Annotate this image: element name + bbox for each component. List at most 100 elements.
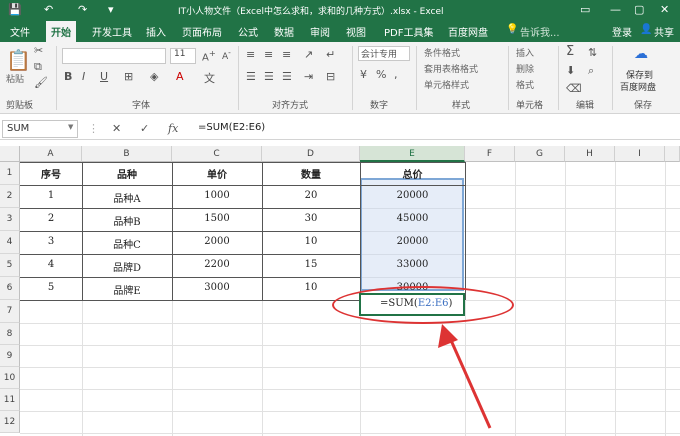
row-header-6[interactable]: 6 (0, 277, 20, 300)
header-cell-variety[interactable]: 品种 (82, 166, 172, 181)
share-button[interactable]: 共享 (654, 24, 674, 39)
orientation-icon[interactable]: ↗ (304, 48, 313, 61)
col-header-i[interactable]: I (615, 146, 665, 162)
delete-cells-button[interactable]: 删除 (516, 62, 534, 75)
bold-icon[interactable]: B (64, 70, 72, 83)
close-icon[interactable]: ✕ (660, 3, 669, 16)
table-cell[interactable]: 30 (262, 213, 360, 224)
align-right-icon[interactable]: ☰ (282, 70, 292, 83)
table-cell[interactable]: 45000 (360, 213, 465, 224)
row-header-4[interactable]: 4 (0, 231, 20, 254)
select-all-corner[interactable] (0, 146, 20, 162)
wrap-text-icon[interactable]: ↵ (326, 48, 335, 61)
row-header-9[interactable]: 9 (0, 345, 20, 367)
baidu-cloud-icon[interactable]: ☁ (634, 46, 648, 62)
autosum-icon[interactable]: Σ (566, 44, 574, 59)
tab-data[interactable]: 数据 (274, 24, 294, 39)
col-header-b[interactable]: B (82, 146, 172, 162)
worksheet-grid[interactable]: A B C D E F G H I 1 2 3 4 5 6 7 8 9 10 1… (0, 146, 680, 436)
confirm-icon[interactable]: ✓ (140, 122, 149, 135)
formula-input[interactable]: =SUM(E2:E6) (198, 122, 265, 133)
cut-icon[interactable]: ✂ (34, 44, 43, 57)
percent-icon[interactable]: % (376, 68, 386, 81)
format-painter-icon[interactable]: 🖌 (34, 76, 48, 89)
tab-home[interactable]: 开始 (46, 21, 76, 42)
table-cell[interactable]: 1500 (172, 213, 262, 224)
tab-pdf-tools[interactable]: PDF工具集 (384, 24, 433, 39)
table-cell[interactable]: 33000 (360, 259, 465, 270)
tell-me-search[interactable]: 告诉我... (520, 24, 560, 39)
paste-icon[interactable]: 📋 (6, 48, 31, 72)
table-cell[interactable]: 品种C (82, 236, 172, 251)
save-to-line2[interactable]: 百度网盘 (620, 80, 656, 93)
table-cell[interactable]: 品种B (82, 213, 172, 228)
border-icon[interactable]: ⊞ (124, 70, 133, 83)
tab-review[interactable]: 审阅 (310, 24, 330, 39)
cell-styles-button[interactable]: 单元格样式 (424, 78, 469, 91)
cancel-icon[interactable]: ✕ (112, 122, 121, 135)
conditional-format-button[interactable]: 条件格式 (424, 46, 460, 59)
align-bottom-icon[interactable]: ≡ (282, 48, 291, 61)
align-center-icon[interactable]: ☰ (264, 70, 274, 83)
chevron-down-icon[interactable]: ▼ (68, 123, 73, 131)
align-left-icon[interactable]: ☰ (246, 70, 256, 83)
customize-icon[interactable]: ▾ (108, 3, 114, 16)
row-header-7[interactable]: 7 (0, 300, 20, 323)
copy-icon[interactable]: ⧉ (34, 60, 42, 74)
tab-formulas[interactable]: 公式 (238, 24, 258, 39)
format-as-table-button[interactable]: 套用表格格式 (424, 62, 478, 75)
redo-icon[interactable]: ↷ (78, 3, 87, 16)
ribbon-options-icon[interactable]: ▭ (580, 3, 590, 16)
row-header-5[interactable]: 5 (0, 254, 20, 277)
tab-baidu-netdisk[interactable]: 百度网盘 (448, 24, 488, 39)
table-cell[interactable]: 2 (20, 213, 82, 224)
table-cell[interactable]: 20 (262, 190, 360, 201)
font-color-icon[interactable]: A (176, 70, 184, 83)
tab-page-layout[interactable]: 页面布局 (182, 24, 222, 39)
table-cell[interactable]: 2000 (172, 236, 262, 247)
table-cell[interactable]: 1000 (172, 190, 262, 201)
sort-filter-icon[interactable]: ⇅ (588, 46, 597, 59)
indent-icon[interactable]: ⇥ (304, 70, 313, 83)
col-header-j[interactable] (665, 146, 680, 162)
row-header-8[interactable]: 8 (0, 323, 20, 345)
col-header-g[interactable]: G (515, 146, 565, 162)
row-header-11[interactable]: 11 (0, 389, 20, 411)
merge-icon[interactable]: ⊟ (326, 70, 335, 83)
align-top-icon[interactable]: ≡ (246, 48, 255, 61)
phonetic-icon[interactable]: 文 (204, 70, 215, 86)
col-header-c[interactable]: C (172, 146, 262, 162)
find-icon[interactable]: ⌕ (588, 64, 594, 78)
undo-icon[interactable]: ↶ (44, 3, 53, 16)
row-header-3[interactable]: 3 (0, 208, 20, 231)
table-cell[interactable]: 10 (262, 282, 360, 293)
col-header-h[interactable]: H (565, 146, 615, 162)
table-cell[interactable]: 品牌E (82, 282, 172, 297)
tab-developer[interactable]: 开发工具 (92, 24, 132, 39)
tab-view[interactable]: 视图 (346, 24, 366, 39)
table-cell[interactable]: 品种A (82, 190, 172, 205)
fill-color-icon[interactable]: ◈ (150, 70, 158, 83)
clear-icon[interactable]: ⌫ (566, 82, 582, 95)
header-cell-quantity[interactable]: 数量 (262, 166, 360, 181)
table-cell[interactable]: 1 (20, 190, 82, 201)
paste-button[interactable]: 粘贴 (6, 72, 24, 85)
shrink-font-icon[interactable]: A- (222, 48, 231, 62)
minimize-icon[interactable]: — (610, 3, 621, 16)
row-header-12[interactable]: 12 (0, 411, 20, 433)
number-format-select[interactable]: 会计专用 (358, 46, 410, 61)
fill-icon[interactable]: ⬇ (566, 64, 575, 77)
col-header-e[interactable]: E (360, 146, 465, 162)
name-box[interactable]: SUM (2, 120, 78, 138)
header-cell-total[interactable]: 总价 (360, 166, 465, 181)
insert-cells-button[interactable]: 插入 (516, 46, 534, 59)
table-cell[interactable]: 3 (20, 236, 82, 247)
save-icon[interactable]: 💾 (8, 3, 22, 16)
row-header-2[interactable]: 2 (0, 185, 20, 208)
row-header-1[interactable]: 1 (0, 162, 20, 185)
format-cells-button[interactable]: 格式 (516, 78, 534, 91)
table-cell[interactable]: 20000 (360, 236, 465, 247)
insert-function-icon[interactable]: fx (168, 122, 178, 135)
tab-insert[interactable]: 插入 (146, 24, 166, 39)
font-name-select[interactable] (62, 48, 166, 64)
